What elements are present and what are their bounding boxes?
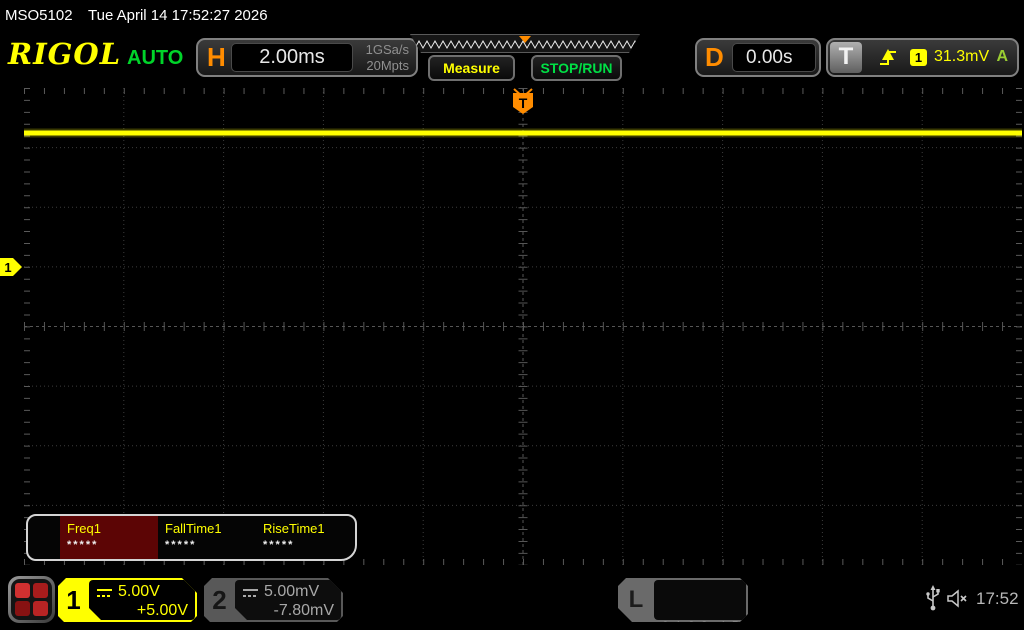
rigol-logo: RIGOL — [8, 40, 121, 69]
measurement-label: RiseTime1 — [263, 521, 354, 536]
measurement-value: ***** — [67, 539, 158, 551]
channel2-number: 2 — [204, 578, 235, 622]
horizontal-label: H — [207, 40, 226, 75]
delay-value[interactable]: 0.00s — [732, 43, 816, 72]
trigger-label: T — [830, 42, 862, 73]
channel2-status-block[interactable]: 2 5.00mV -7.80mV — [204, 578, 343, 622]
edge-trigger-rising-icon — [878, 47, 900, 67]
usb-icon — [925, 585, 941, 613]
clock-display: 17:52 — [976, 589, 1019, 609]
measurement-panel-pad — [28, 516, 60, 559]
graticule: T — [24, 88, 1022, 565]
measurement-value: ***** — [165, 539, 256, 551]
trigger-delay-box[interactable]: D 0.00s — [695, 38, 821, 77]
stop-run-button[interactable]: STOP/RUN — [531, 55, 622, 81]
logic-channels-block[interactable]: L 0 1 2 3 4 5 6 7 8 9 1011 12131415 — [618, 578, 748, 622]
measurement-label: Freq1 — [67, 521, 158, 536]
channel1-level-marker[interactable]: 1 — [0, 258, 23, 276]
logic-row-0-7: 0 1 2 3 4 5 6 7 — [662, 618, 740, 630]
measurement-slot-risetime1[interactable]: RiseTime1 ***** — [256, 516, 354, 559]
preview-trigger-position-icon — [519, 36, 531, 43]
channel1-marker-number: 1 — [4, 260, 11, 275]
memory-depth: 20Mpts — [366, 58, 409, 74]
model-name: MSO5102 — [5, 7, 73, 24]
datetime-text: Tue April 14 17:52:27 2026 — [88, 7, 268, 24]
measurement-slot-falltime1[interactable]: FallTime1 ***** — [158, 516, 256, 559]
measurement-label: FallTime1 — [165, 521, 256, 536]
waveform-display-area[interactable]: T — [24, 88, 1022, 565]
channel2-offset: -7.80mV — [274, 601, 334, 620]
run-mode-indicator: AUTO — [127, 47, 183, 70]
trigger-sweep-mode: A — [996, 48, 1008, 66]
trigger-source-badge: 1 — [910, 49, 927, 66]
measurement-value: ***** — [263, 539, 354, 551]
dc-coupling-icon — [96, 587, 113, 599]
channel1-offset: +5.00V — [137, 601, 188, 620]
trigger-status-box[interactable]: T 1 31.3mV A — [826, 38, 1019, 77]
channel2-scale: 5.00mV — [264, 582, 319, 601]
preview-waveform-icon — [411, 35, 639, 52]
oscilloscope-screen: MSO5102 Tue April 14 17:52:27 2026 RIGOL… — [0, 0, 1024, 630]
channel1-number: 1 — [58, 578, 89, 622]
delay-label: D — [705, 40, 724, 75]
measure-button[interactable]: Measure — [428, 55, 515, 81]
measurement-slot-freq1[interactable]: Freq1 ***** — [60, 516, 158, 559]
status-bar: MSO5102 Tue April 14 17:52:27 2026 — [0, 0, 1024, 30]
logic-channel-list: 0 1 2 3 4 5 6 7 8 9 1011 12131415 — [654, 580, 746, 620]
timebase-value[interactable]: 2.00ms — [231, 43, 353, 72]
trigger-level-value: 31.3mV — [934, 48, 989, 66]
channel1-status-block[interactable]: 1 5.00V +5.00V — [58, 578, 197, 622]
speaker-muted-icon[interactable] — [946, 589, 970, 608]
sample-rate: 1GSa/s — [366, 42, 409, 58]
horizontal-timebase-box[interactable]: H 2.00ms 1GSa/s 20Mpts — [196, 38, 418, 77]
channel1-scale: 5.00V — [118, 582, 160, 601]
measurement-results-panel: Freq1 ***** FallTime1 ***** RiseTime1 **… — [26, 514, 357, 561]
windows-menu-button[interactable] — [8, 576, 55, 623]
windows-menu-icon — [11, 579, 52, 620]
trigger-marker-letter: T — [519, 95, 528, 111]
dc-coupling-icon — [242, 587, 259, 599]
logic-label: L — [618, 578, 654, 622]
acquisition-info: 1GSa/s 20Mpts — [366, 42, 409, 74]
waveform-preview-strip[interactable] — [410, 34, 640, 53]
